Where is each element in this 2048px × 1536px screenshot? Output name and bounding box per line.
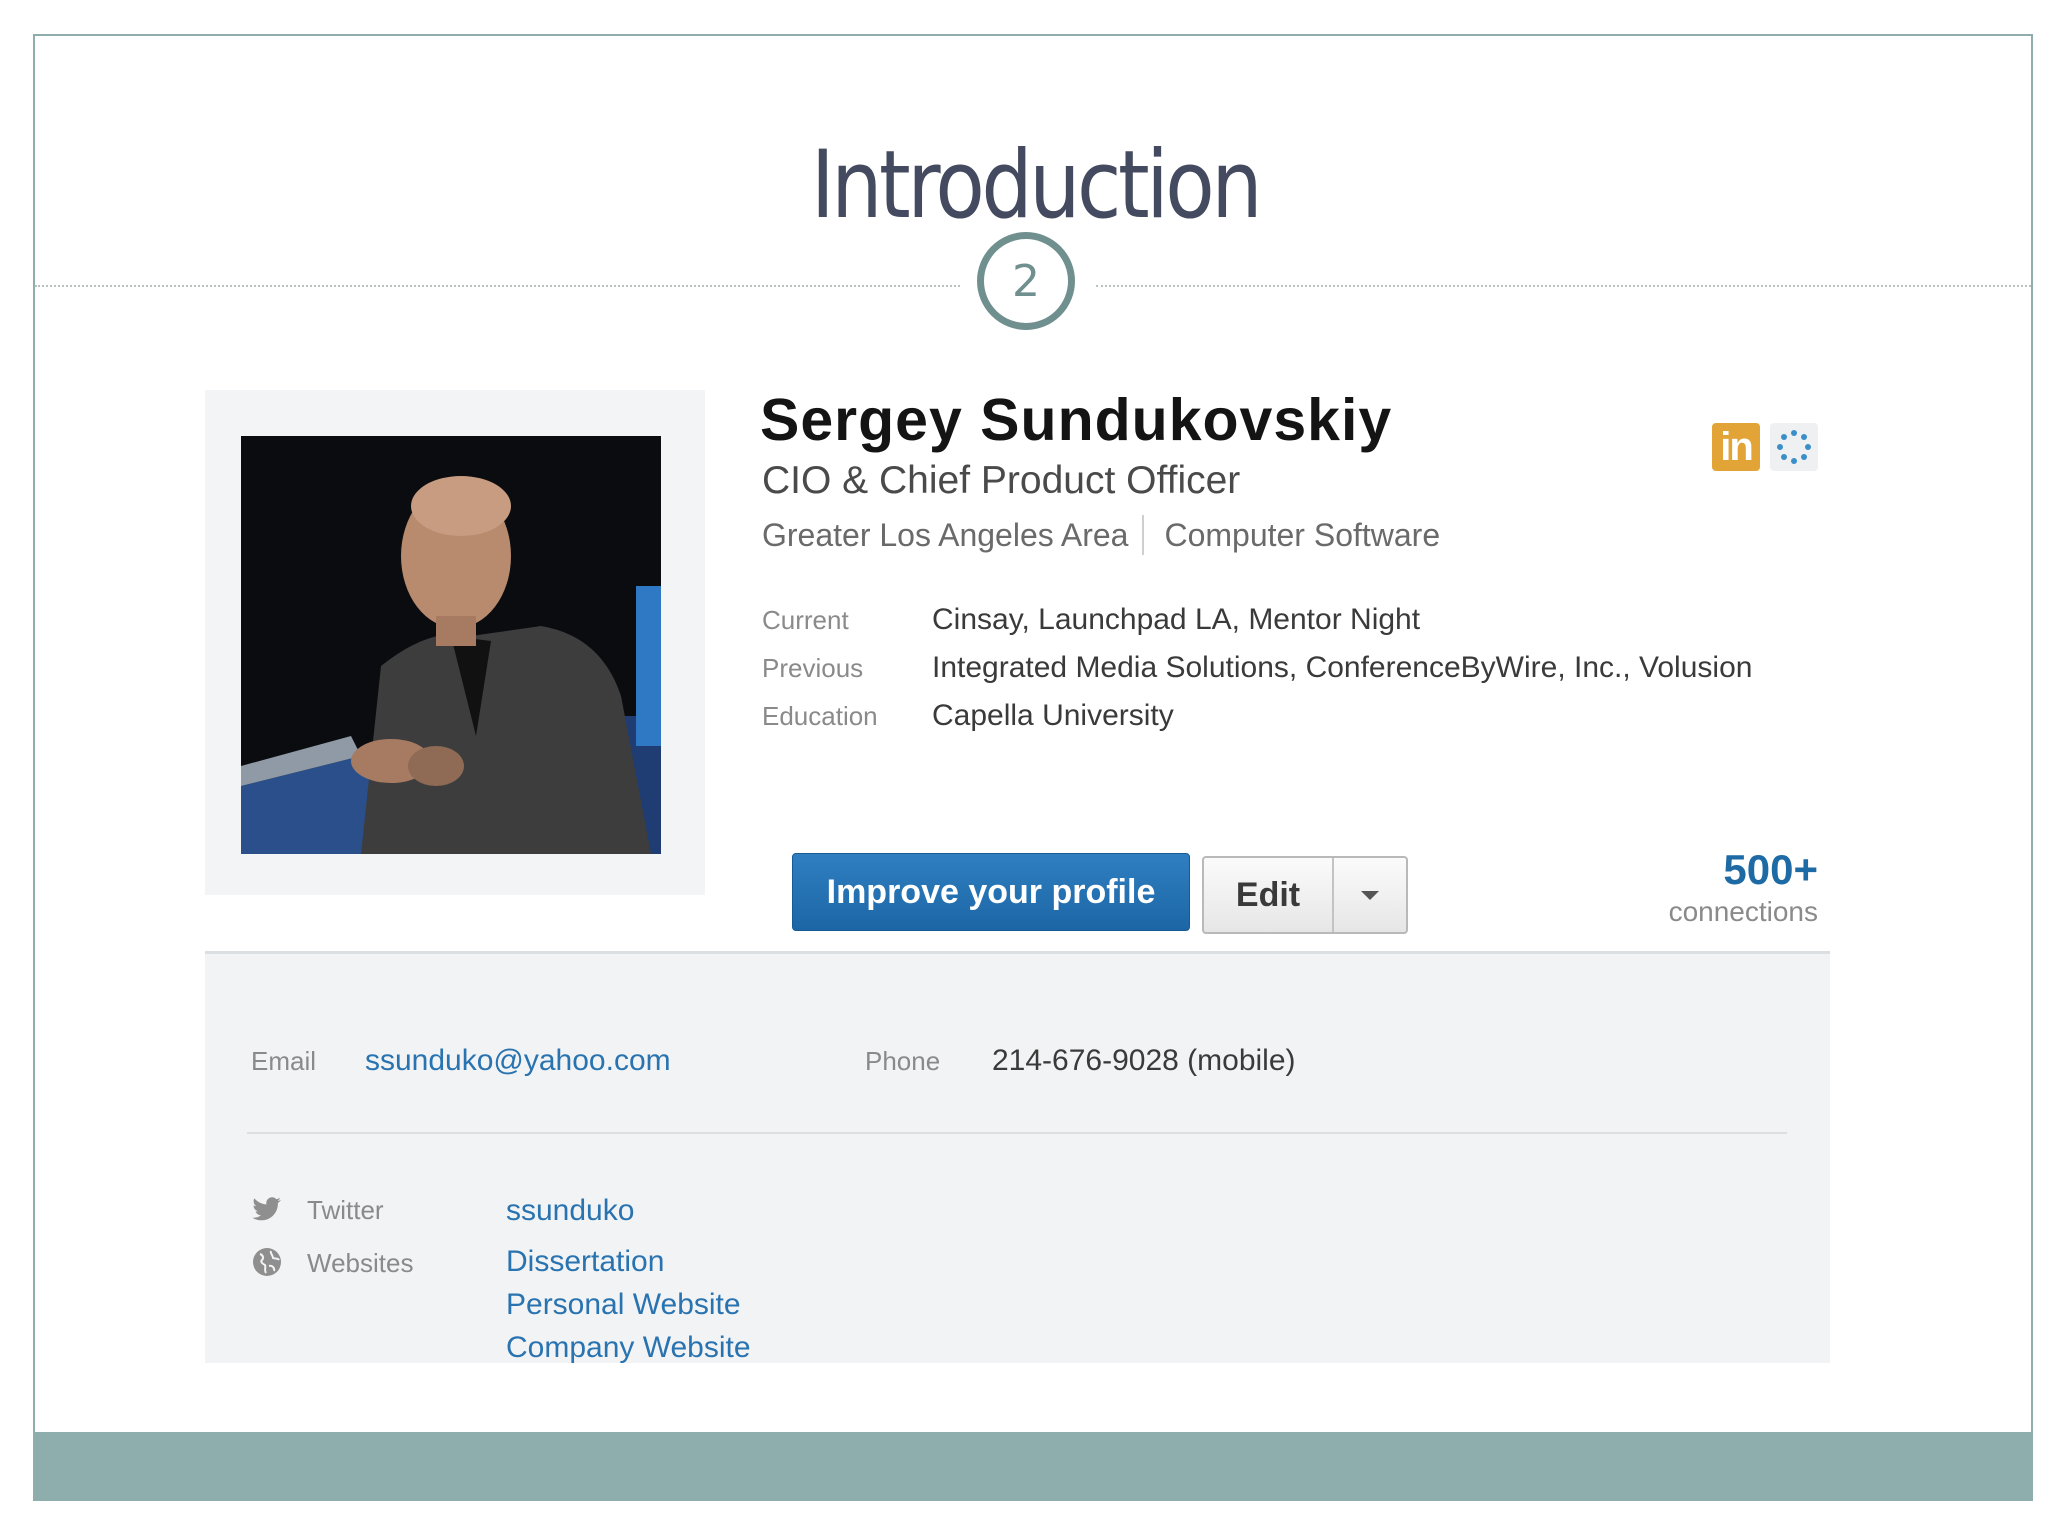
connections-ring-icon[interactable]: [1770, 423, 1818, 471]
profile-photo-frame: [205, 390, 705, 895]
fact-row-current: Current Cinsay, Launchpad LA, Mentor Nig…: [762, 596, 1752, 644]
fact-row-previous: Previous Integrated Media Solutions, Con…: [762, 644, 1752, 692]
edit-button[interactable]: Edit: [1204, 858, 1334, 932]
twitter-label: Twitter: [307, 1195, 384, 1225]
improve-profile-button[interactable]: Improve your profile: [792, 853, 1190, 931]
phone-label: Phone: [865, 1046, 941, 1076]
profile-headline: CIO & Chief Product Officer: [762, 459, 1241, 502]
fact-value: Cinsay, Launchpad LA, Mentor Night: [932, 603, 1421, 636]
profile-name: Sergey Sundukovskiy: [760, 387, 1393, 453]
title-divider-right: [1096, 285, 2031, 287]
email-label: Email: [251, 1046, 317, 1076]
profile-industry: Computer Software: [1164, 517, 1441, 553]
fact-label: Current: [762, 604, 849, 635]
email-link[interactable]: ssunduko@yahoo.com: [365, 1044, 671, 1078]
linkedin-icon[interactable]: in: [1712, 423, 1760, 471]
slide: Introduction 2 Sergey Sundukovskiy CIO &…: [33, 34, 2033, 1501]
website-link-personal[interactable]: Personal Website: [506, 1288, 741, 1322]
connections-count[interactable]: 500+: [1635, 849, 1818, 891]
caret-down-icon: [1361, 890, 1379, 900]
globe-icon: [251, 1246, 283, 1278]
twitter-handle-link[interactable]: ssunduko: [506, 1194, 634, 1228]
phone-value: 214-676-9028 (mobile): [992, 1044, 1296, 1077]
slide-number: 2: [977, 232, 1075, 330]
edit-button-group: Edit: [1202, 856, 1408, 934]
profile-location-line: Greater Los Angeles Area Computer Softwa…: [762, 515, 1440, 555]
contact-divider: [247, 1132, 1787, 1134]
speaker-photo-illustration: [241, 436, 661, 854]
ring-dots-graphic: [1777, 430, 1811, 464]
fact-row-education: Education Capella University: [762, 692, 1752, 740]
fact-label: Previous: [762, 652, 864, 683]
title-divider-left: [35, 285, 960, 287]
profile-facts: Current Cinsay, Launchpad LA, Mentor Nig…: [762, 596, 1752, 740]
profile-photo[interactable]: [241, 436, 661, 854]
twitter-icon: [251, 1193, 283, 1225]
profile-location: Greater Los Angeles Area: [762, 517, 1129, 553]
website-link-company[interactable]: Company Website: [506, 1331, 751, 1365]
website-link-dissertation[interactable]: Dissertation: [506, 1245, 664, 1279]
fact-value: Capella University: [932, 699, 1174, 732]
edit-dropdown-button[interactable]: [1334, 858, 1406, 932]
fact-value: Integrated Media Solutions, ConferenceBy…: [932, 651, 1753, 684]
connections-label: connections: [1668, 896, 1818, 927]
websites-label: Websites: [307, 1248, 414, 1278]
slide-title: Introduction: [810, 131, 1263, 240]
location-separator: [1142, 515, 1145, 555]
fact-label: Education: [762, 700, 878, 731]
slide-footer-bar: [35, 1432, 2031, 1499]
contact-info-panel: Email ssunduko@yahoo.com Phone 214-676-9…: [205, 951, 1830, 1365]
